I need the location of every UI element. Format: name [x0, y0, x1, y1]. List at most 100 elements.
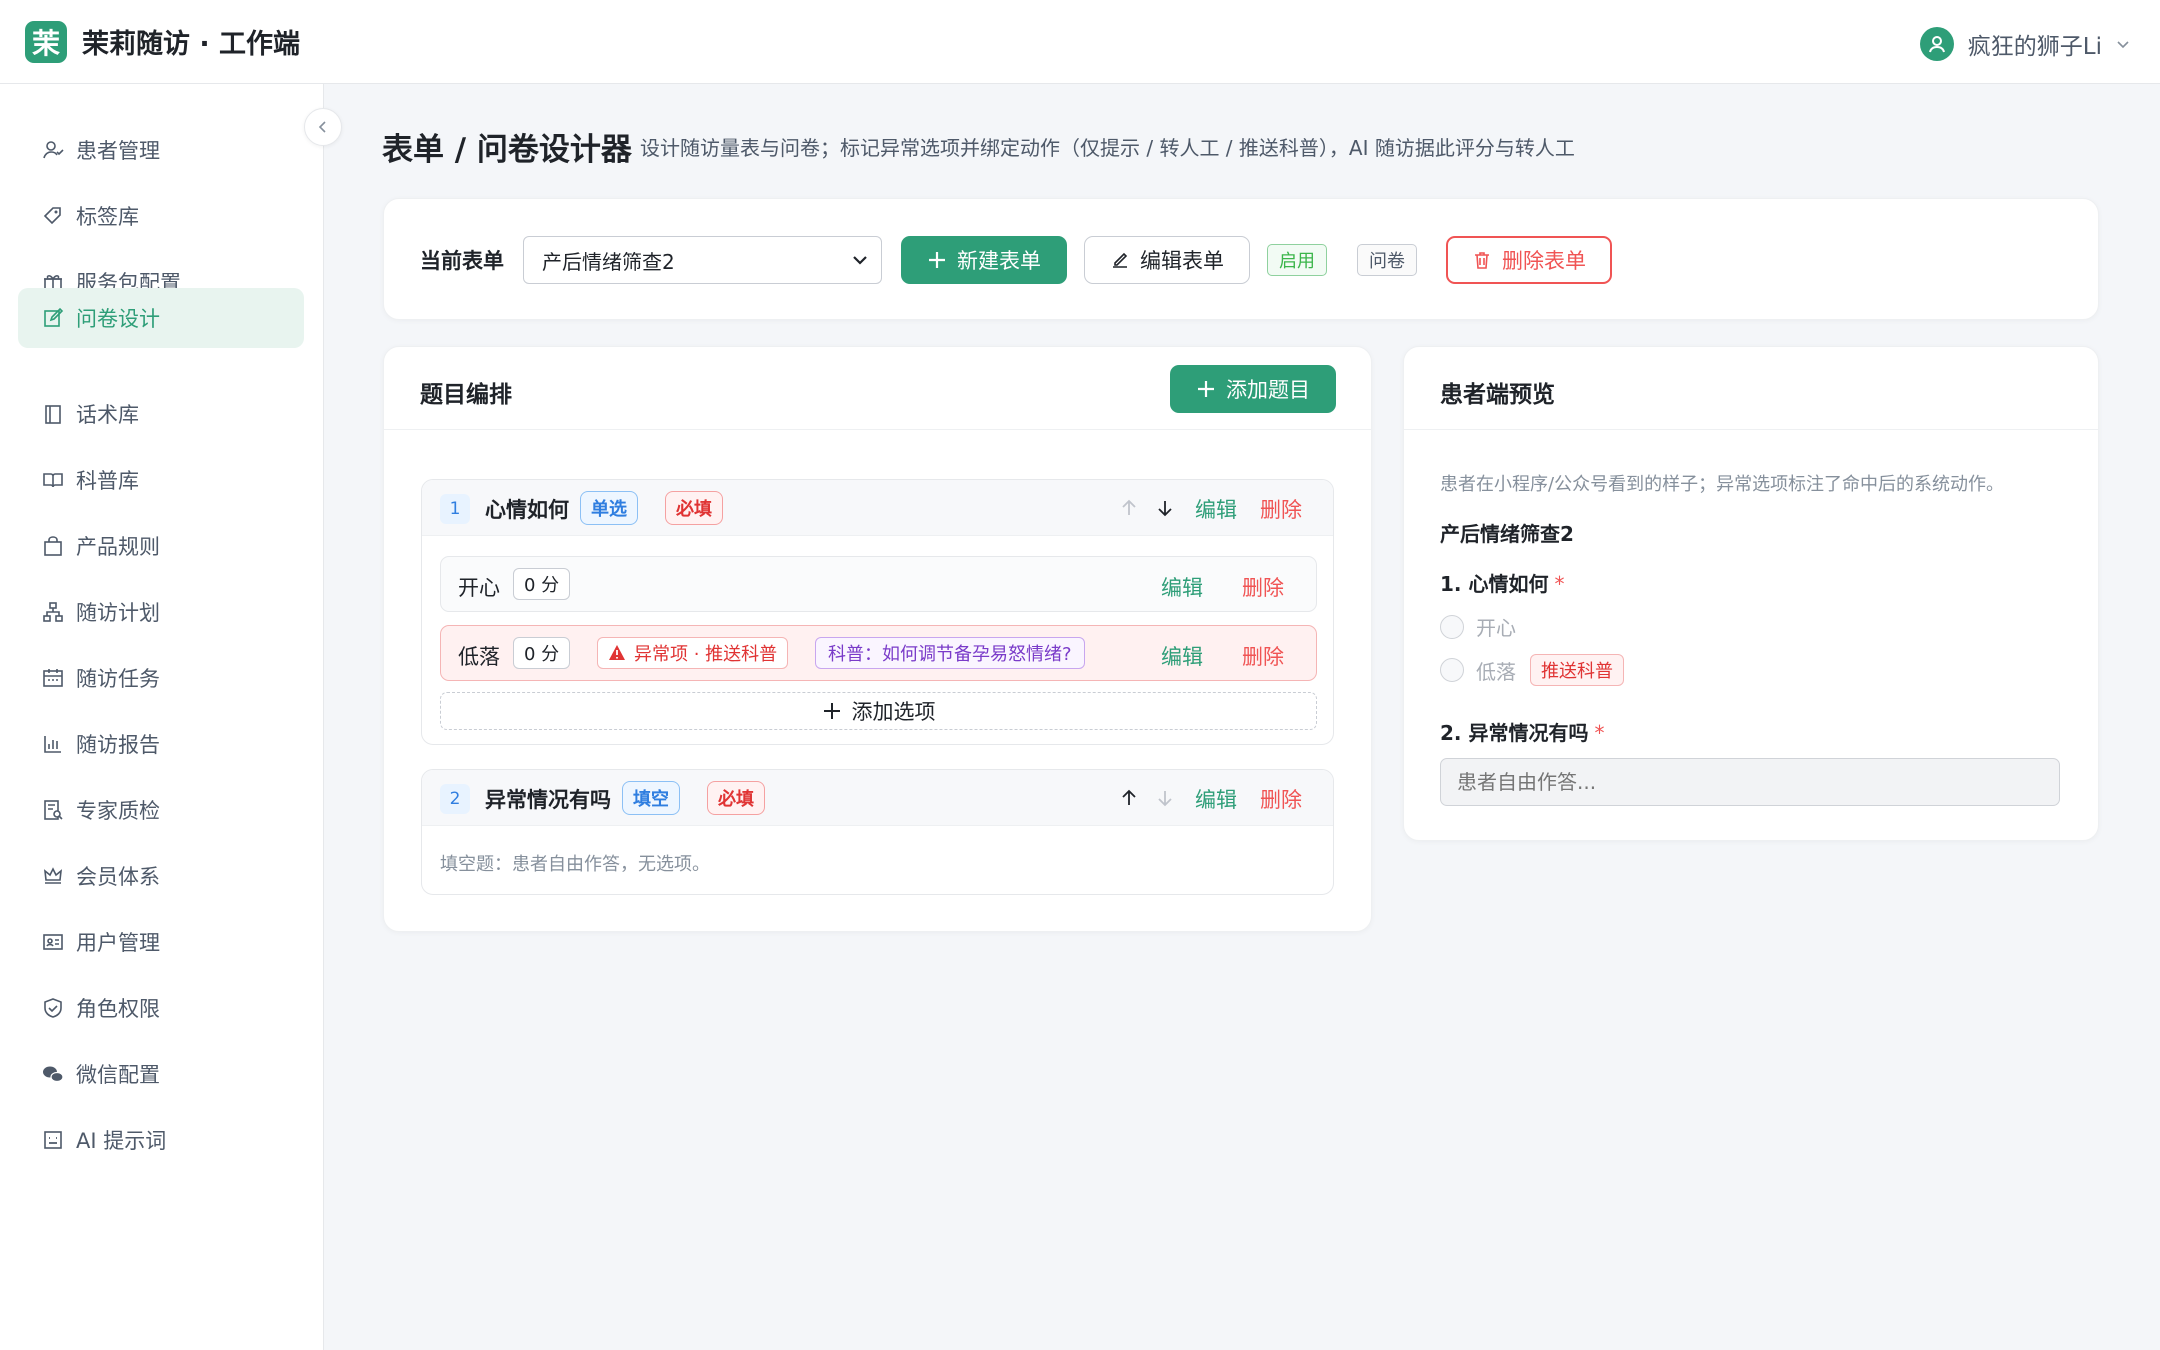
form-select-value: 产后情绪筛查2 — [542, 249, 675, 274]
current-form-label: 当前表单 — [420, 249, 504, 273]
sidebar-item-followup-reports[interactable]: 随访报告 — [18, 714, 304, 774]
delete-question-link[interactable]: 删除 — [1260, 494, 1302, 524]
sidebar-item-label: 角色权限 — [76, 997, 160, 1021]
patient-preview-panel: 患者端预览 患者在小程序/公众号看到的样子；异常选项标注了命中后的系统动作。 产… — [1403, 346, 2099, 841]
type-badge: 问卷 — [1357, 244, 1417, 276]
new-form-button[interactable]: 新建表单 — [901, 236, 1067, 284]
delete-option-link[interactable]: 删除 — [1242, 641, 1284, 671]
sidebar-item-ai-prompts[interactable]: AI 提示词 — [18, 1110, 304, 1170]
option-score: 0 分 — [513, 637, 571, 669]
sidebar-item-users[interactable]: 用户管理 — [18, 912, 304, 972]
science-article-badge: 科普：如何调节备孕易怒情绪? — [815, 637, 1085, 669]
sidebar-item-membership[interactable]: 会员体系 — [18, 846, 304, 906]
sidebar-item-label: 随访报告 — [76, 733, 160, 757]
arrow-up-icon — [1122, 789, 1136, 805]
edit-form-button[interactable]: 编辑表单 — [1084, 236, 1250, 284]
sidebar-item-label: 专家质检 — [76, 799, 160, 823]
divider — [1404, 429, 2098, 430]
plus-icon — [1196, 379, 1216, 399]
abnormal-action-badge: 异常项 · 推送科普 — [597, 637, 789, 669]
edit-option-link[interactable]: 编辑 — [1161, 572, 1203, 602]
preview-description: 患者在小程序/公众号看到的样子；异常选项标注了命中后的系统动作。 — [1440, 474, 2005, 495]
move-down-button[interactable] — [1153, 496, 1177, 520]
sidebar-item-expert-qc[interactable]: 专家质检 — [18, 780, 304, 840]
sidebar-item-scripts[interactable]: 话术库 — [18, 384, 304, 444]
preview-question-1: 1. 心情如何 * — [1440, 572, 1565, 596]
question-title: 心情如何 — [485, 498, 569, 522]
page-description: 设计随访量表与问卷；标记异常选项并绑定动作（仅提示 / 转人工 / 推送科普），… — [640, 136, 1575, 160]
user-menu[interactable]: 疯狂的狮子Li — [1919, 26, 2130, 62]
sidebar-collapse-button[interactable] — [304, 108, 342, 146]
sidebar-item-followup-tasks[interactable]: 随访任务 — [18, 648, 304, 708]
question-header: 1 心情如何 单选 必填 编辑 删除 — [422, 480, 1333, 536]
avatar — [1919, 27, 1954, 61]
sidebar-item-patients[interactable]: 患者管理 — [18, 120, 304, 180]
edit-option-link[interactable]: 编辑 — [1161, 641, 1203, 671]
arrow-down-icon — [1158, 501, 1172, 517]
sidebar-item-label: 患者管理 — [76, 139, 160, 163]
chevron-left-icon — [318, 121, 326, 133]
move-up-button[interactable] — [1117, 786, 1141, 810]
required-badge: 必填 — [707, 781, 765, 815]
question-type-badge: 单选 — [580, 491, 638, 525]
sidebar-item-wechat[interactable]: 微信配置 — [18, 1044, 304, 1104]
question-card-2: 2 异常情况有吗 填空 必填 编辑 删除 填空题：患者自由作答，无选项。 — [421, 769, 1334, 895]
required-badge: 必填 — [665, 491, 723, 525]
open-book-icon — [42, 469, 64, 491]
move-up-button[interactable] — [1117, 496, 1141, 520]
sidebar-item-label: 话术库 — [76, 403, 139, 427]
radio-circle — [1440, 614, 1464, 639]
preview-question-2: 2. 异常情况有吗 * — [1440, 721, 1605, 745]
option-label: 低落 — [458, 645, 500, 669]
preview-answer-input[interactable] — [1440, 758, 2060, 806]
sidebar-item-followup-plan[interactable]: 随访计划 — [18, 582, 304, 642]
plus-icon — [927, 250, 947, 270]
add-question-button[interactable]: 添加题目 — [1170, 365, 1336, 413]
sidebar-item-product-rules[interactable]: 产品规则 — [18, 516, 304, 576]
delete-option-link[interactable]: 删除 — [1242, 572, 1284, 602]
bar-chart-icon — [42, 733, 64, 755]
org-chart-icon — [42, 601, 64, 623]
chevron-down-icon — [2117, 41, 2129, 49]
divider — [384, 429, 1371, 430]
sidebar-item-roles[interactable]: 角色权限 — [18, 978, 304, 1038]
arrow-down-icon — [1158, 791, 1172, 807]
sidebar-item-questionnaire[interactable]: 问卷设计 — [18, 288, 304, 348]
option-row: 开心 0 分 编辑 删除 — [440, 556, 1317, 612]
add-option-button[interactable]: 添加选项 — [440, 692, 1317, 730]
top-bar: 茉 茉莉随访 · 工作端 疯狂的狮子Li — [0, 0, 2160, 84]
preview-radio-option[interactable]: 低落 推送科普 — [1440, 654, 1624, 686]
sidebar-item-label: AI 提示词 — [76, 1129, 167, 1153]
delete-question-link[interactable]: 删除 — [1260, 784, 1302, 814]
trash-icon — [1472, 250, 1492, 270]
user-icon — [1928, 36, 1945, 53]
warning-icon — [608, 644, 626, 662]
preview-radio-option[interactable]: 开心 — [1440, 612, 1516, 641]
wechat-icon — [42, 1063, 64, 1085]
patient-icon — [42, 139, 64, 161]
app-title: 茉莉随访 · 工作端 — [82, 29, 301, 60]
move-down-button[interactable] — [1153, 786, 1177, 810]
edit-question-link[interactable]: 编辑 — [1195, 784, 1237, 814]
edit-question-link[interactable]: 编辑 — [1195, 494, 1237, 524]
option-score: 0 分 — [513, 568, 571, 600]
radio-label: 开心 — [1476, 616, 1516, 640]
status-badge: 启用 — [1267, 244, 1327, 276]
form-select[interactable]: 产后情绪筛查2 — [523, 236, 882, 284]
shield-icon — [42, 997, 64, 1019]
sidebar-item-label: 随访计划 — [76, 601, 160, 625]
required-mark: * — [1554, 572, 1565, 596]
arrow-up-icon — [1122, 499, 1136, 515]
action-badge: 推送科普 — [1530, 654, 1624, 686]
sidebar-item-label: 产品规则 — [76, 535, 160, 559]
radio-circle — [1440, 658, 1464, 682]
question-title: 异常情况有吗 — [485, 788, 611, 812]
question-number: 2 — [440, 784, 470, 814]
delete-form-button[interactable]: 删除表单 — [1446, 236, 1612, 284]
form-toolbar: 当前表单 产后情绪筛查2 新建表单 编辑表单 启用 问卷 删除表单 — [383, 198, 2099, 320]
option-label: 开心 — [458, 576, 500, 600]
bag-icon — [42, 535, 64, 557]
sidebar-item-science[interactable]: 科普库 — [18, 450, 304, 510]
question-card-1: 1 心情如何 单选 必填 编辑 删除 开心 0 分 编辑 删除 低落 0 分 异… — [421, 479, 1334, 745]
sidebar-item-tags[interactable]: 标签库 — [18, 186, 304, 246]
